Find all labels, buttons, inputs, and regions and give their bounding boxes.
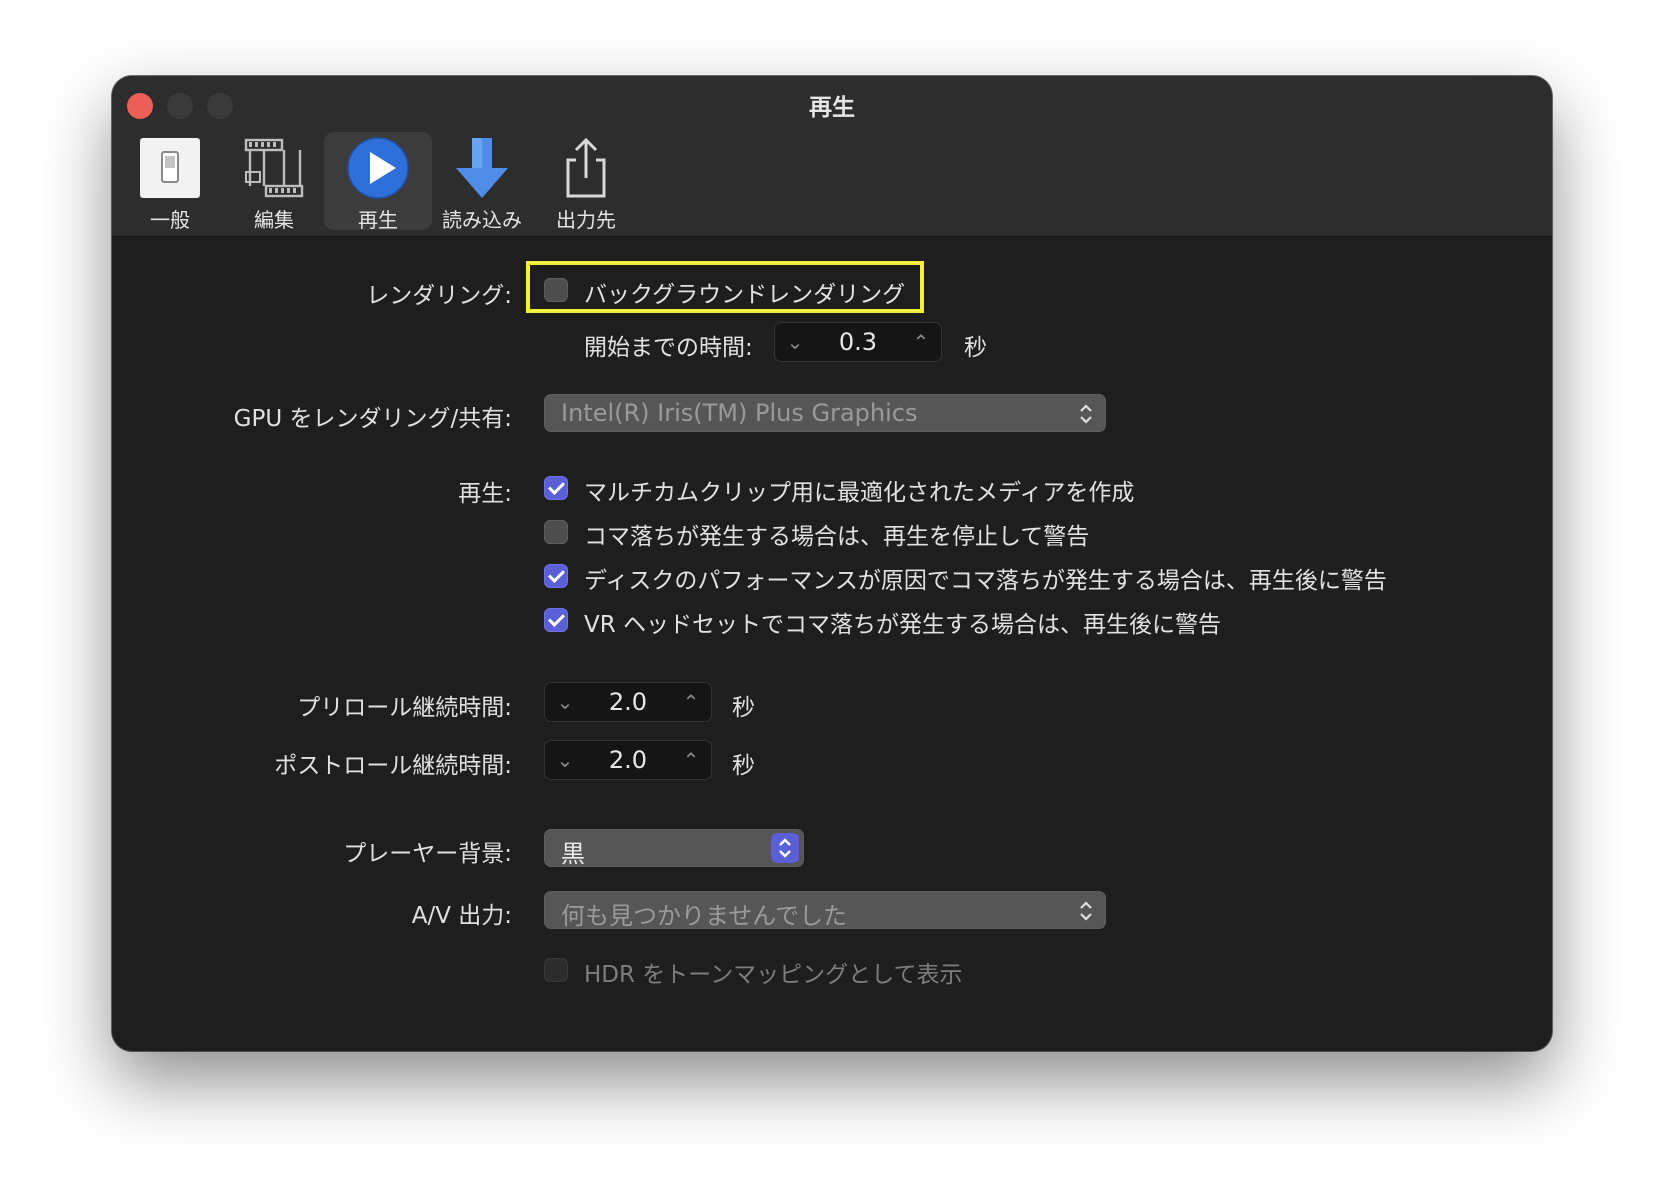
toolbar-editing-button[interactable]: 編集 <box>220 132 328 232</box>
gpu-selected: Intel(R) Iris(TM) Plus Graphics <box>561 399 918 427</box>
multicam-optimized-checkbox[interactable] <box>544 476 568 500</box>
play-icon <box>347 137 409 199</box>
vr-dropped-frames-label: VR ヘッドセットでコマ落ちが発生する場合は、再生後に警告 <box>584 612 1222 638</box>
start-delay-label: 開始までの時間: <box>584 335 753 361</box>
window-title: 再生 <box>809 95 855 121</box>
gpu-label: GPU をレンダリング/共有: <box>233 406 512 432</box>
toolbar-import-label: 読み込み <box>442 208 522 232</box>
start-delay-stepper[interactable]: ⌄ 0.3 ⌃ <box>774 322 942 362</box>
postroll-stepper[interactable]: ⌄ 2.0 ⌃ <box>544 740 712 780</box>
general-switch-icon <box>140 138 200 198</box>
toolbar-editing-label: 編集 <box>254 208 294 232</box>
hdr-tone-mapping-checkbox[interactable] <box>544 958 568 982</box>
film-strip-icon <box>244 138 304 198</box>
title-bar: 再生 一般 編集 再生 読み込み 出力先 <box>112 76 1552 237</box>
player-background-label: プレーヤー背景: <box>343 841 512 867</box>
preroll-unit: 秒 <box>732 695 755 721</box>
preroll-label: プリロール継続時間: <box>297 695 512 721</box>
playback-label: 再生: <box>458 481 512 507</box>
dropped-frames-stop-label: コマ落ちが発生する場合は、再生を停止して警告 <box>584 524 1090 550</box>
background-render-checkbox[interactable] <box>544 278 568 302</box>
toolbar-destinations-label: 出力先 <box>556 208 616 232</box>
toolbar-playback-label: 再生 <box>358 208 398 232</box>
dropped-frames-stop-checkbox[interactable] <box>544 520 568 544</box>
increment-chevron-icon[interactable]: ⌃ <box>679 747 703 773</box>
increment-chevron-icon[interactable]: ⌃ <box>679 689 703 715</box>
popup-arrows-icon <box>1080 404 1092 424</box>
player-background-popup[interactable]: 黒 <box>544 829 804 868</box>
toolbar-general-button[interactable]: 一般 <box>116 132 224 232</box>
disk-dropped-frames-checkbox[interactable] <box>544 564 568 588</box>
toolbar-playback-button[interactable]: 再生 <box>324 132 432 232</box>
gpu-popup[interactable]: Intel(R) Iris(TM) Plus Graphics <box>544 394 1106 432</box>
disk-dropped-frames-label: ディスクのパフォーマンスが原因でコマ落ちが発生する場合は、再生後に警告 <box>584 568 1387 594</box>
share-icon <box>566 137 606 198</box>
toolbar-import-button[interactable]: 読み込み <box>428 132 536 232</box>
popup-arrows-icon <box>771 833 799 863</box>
hdr-tone-mapping-label: HDR をトーンマッピングとして表示 <box>584 962 963 988</box>
background-render-label: バックグラウンドレンダリング <box>584 282 906 308</box>
rendering-label: レンダリング: <box>366 283 512 309</box>
increment-chevron-icon[interactable]: ⌃ <box>909 329 933 355</box>
start-delay-unit: 秒 <box>964 335 987 361</box>
multicam-optimized-label: マルチカムクリップ用に最適化されたメディアを作成 <box>584 480 1135 506</box>
av-output-selected: 何も見つかりませんでした <box>561 902 848 930</box>
player-background-selected: 黒 <box>561 840 585 868</box>
toolbar-destinations-button[interactable]: 出力先 <box>532 132 640 232</box>
playback-preferences-pane: レンダリング: バックグラウンドレンダリング 開始までの時間: ⌄ 0.3 ⌃ … <box>112 236 1552 1051</box>
popup-arrows-icon <box>1080 901 1092 921</box>
av-output-label: A/V 出力: <box>411 903 512 929</box>
toolbar-general-label: 一般 <box>150 208 190 232</box>
postroll-unit: 秒 <box>732 753 755 779</box>
preroll-stepper[interactable]: ⌄ 2.0 ⌃ <box>544 682 712 722</box>
av-output-popup[interactable]: 何も見つかりませんでした <box>544 891 1106 930</box>
download-arrow-icon <box>456 138 508 198</box>
postroll-label: ポストロール継続時間: <box>274 753 512 779</box>
preferences-window: 再生 一般 編集 再生 読み込み 出力先 レンダリング: バックグラウンドレンダ… <box>112 76 1552 1051</box>
vr-dropped-frames-checkbox[interactable] <box>544 608 568 632</box>
